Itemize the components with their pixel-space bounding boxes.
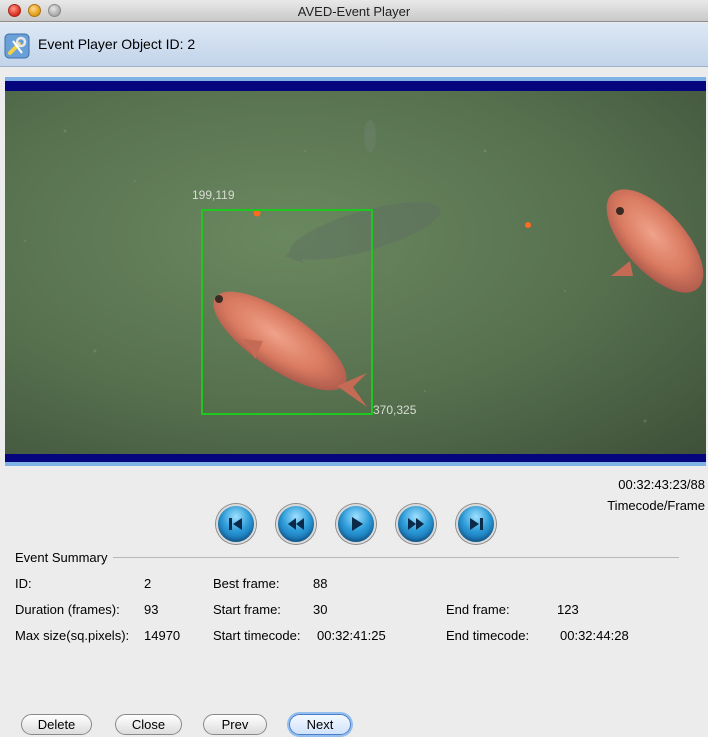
start-frame-value: 30 [313,602,328,617]
skip-forward-icon [470,518,483,530]
start-timecode-value: 00:32:41:25 [317,628,386,643]
bbox-bottom-right-coordinate: 370,325 [373,403,417,417]
best-frame-label: Best frame: [213,576,280,591]
id-label: ID: [15,576,32,591]
skip-back-icon [229,518,242,530]
end-timecode-label: End timecode: [446,628,530,643]
start-frame-label: Start frame: [213,602,281,617]
header-title: Event Player Object ID: 2 [38,36,196,52]
max-size-label: Max size(sq.pixels): [15,628,130,643]
start-timecode-label: Start timecode: [213,628,301,643]
title-bar[interactable]: AVED-Event Player [0,0,708,22]
best-frame-value: 88 [313,576,328,591]
video-frame: 199,119 370,325 [5,77,706,466]
fast-forward-icon [408,518,424,530]
max-size-value: 14970 [144,628,181,643]
event-summary-title: Event Summary [15,550,114,565]
close-button[interactable]: Close [115,714,182,735]
play-icon [352,517,363,531]
play-button[interactable] [336,504,376,544]
transport-controls [216,504,496,544]
duration-value: 93 [144,602,159,617]
end-frame-label: End frame: [446,602,510,617]
skip-to-end-button[interactable] [456,504,496,544]
section-divider [15,557,679,558]
rewind-icon [288,518,304,530]
detection-bounding-box [201,209,373,415]
timecode-mode-label: Timecode/Frame [607,498,705,513]
fast-forward-button[interactable] [396,504,436,544]
duration-label: Duration (frames): [15,602,120,617]
delete-button[interactable]: Delete [21,714,92,735]
window-title: AVED-Event Player [297,4,411,19]
timecode-display: 00:32:43:23/88 [618,477,705,492]
prev-button[interactable]: Prev [203,714,267,735]
video-viewport[interactable]: 199,119 370,325 [5,91,706,454]
video-letterbox-bottom [5,454,706,462]
next-button[interactable]: Next [289,714,351,735]
wrench-screwdriver-icon [4,33,30,59]
skip-to-start-button[interactable] [216,504,256,544]
header: Event Player Object ID: 2 [0,23,708,67]
video-letterbox-top [5,81,706,91]
end-timecode-value: 00:32:44:28 [560,628,629,643]
rewind-button[interactable] [276,504,316,544]
id-value: 2 [144,576,152,591]
bbox-top-left-coordinate: 199,119 [192,188,235,202]
end-frame-value: 123 [557,602,579,617]
